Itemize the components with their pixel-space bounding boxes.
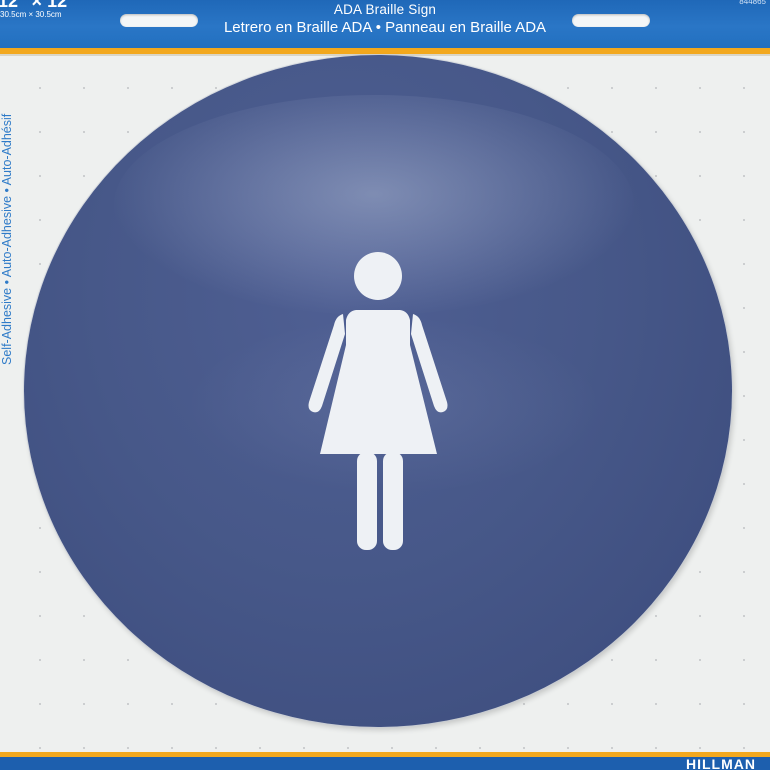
product-photo: 12" × 12" 30.5cm × 30.5cm ADA Braille Si… [0, 0, 770, 770]
woman-restroom-icon [308, 252, 448, 550]
brand-logo: HILLMAN [686, 756, 756, 770]
bottom-blue-band [0, 757, 770, 770]
